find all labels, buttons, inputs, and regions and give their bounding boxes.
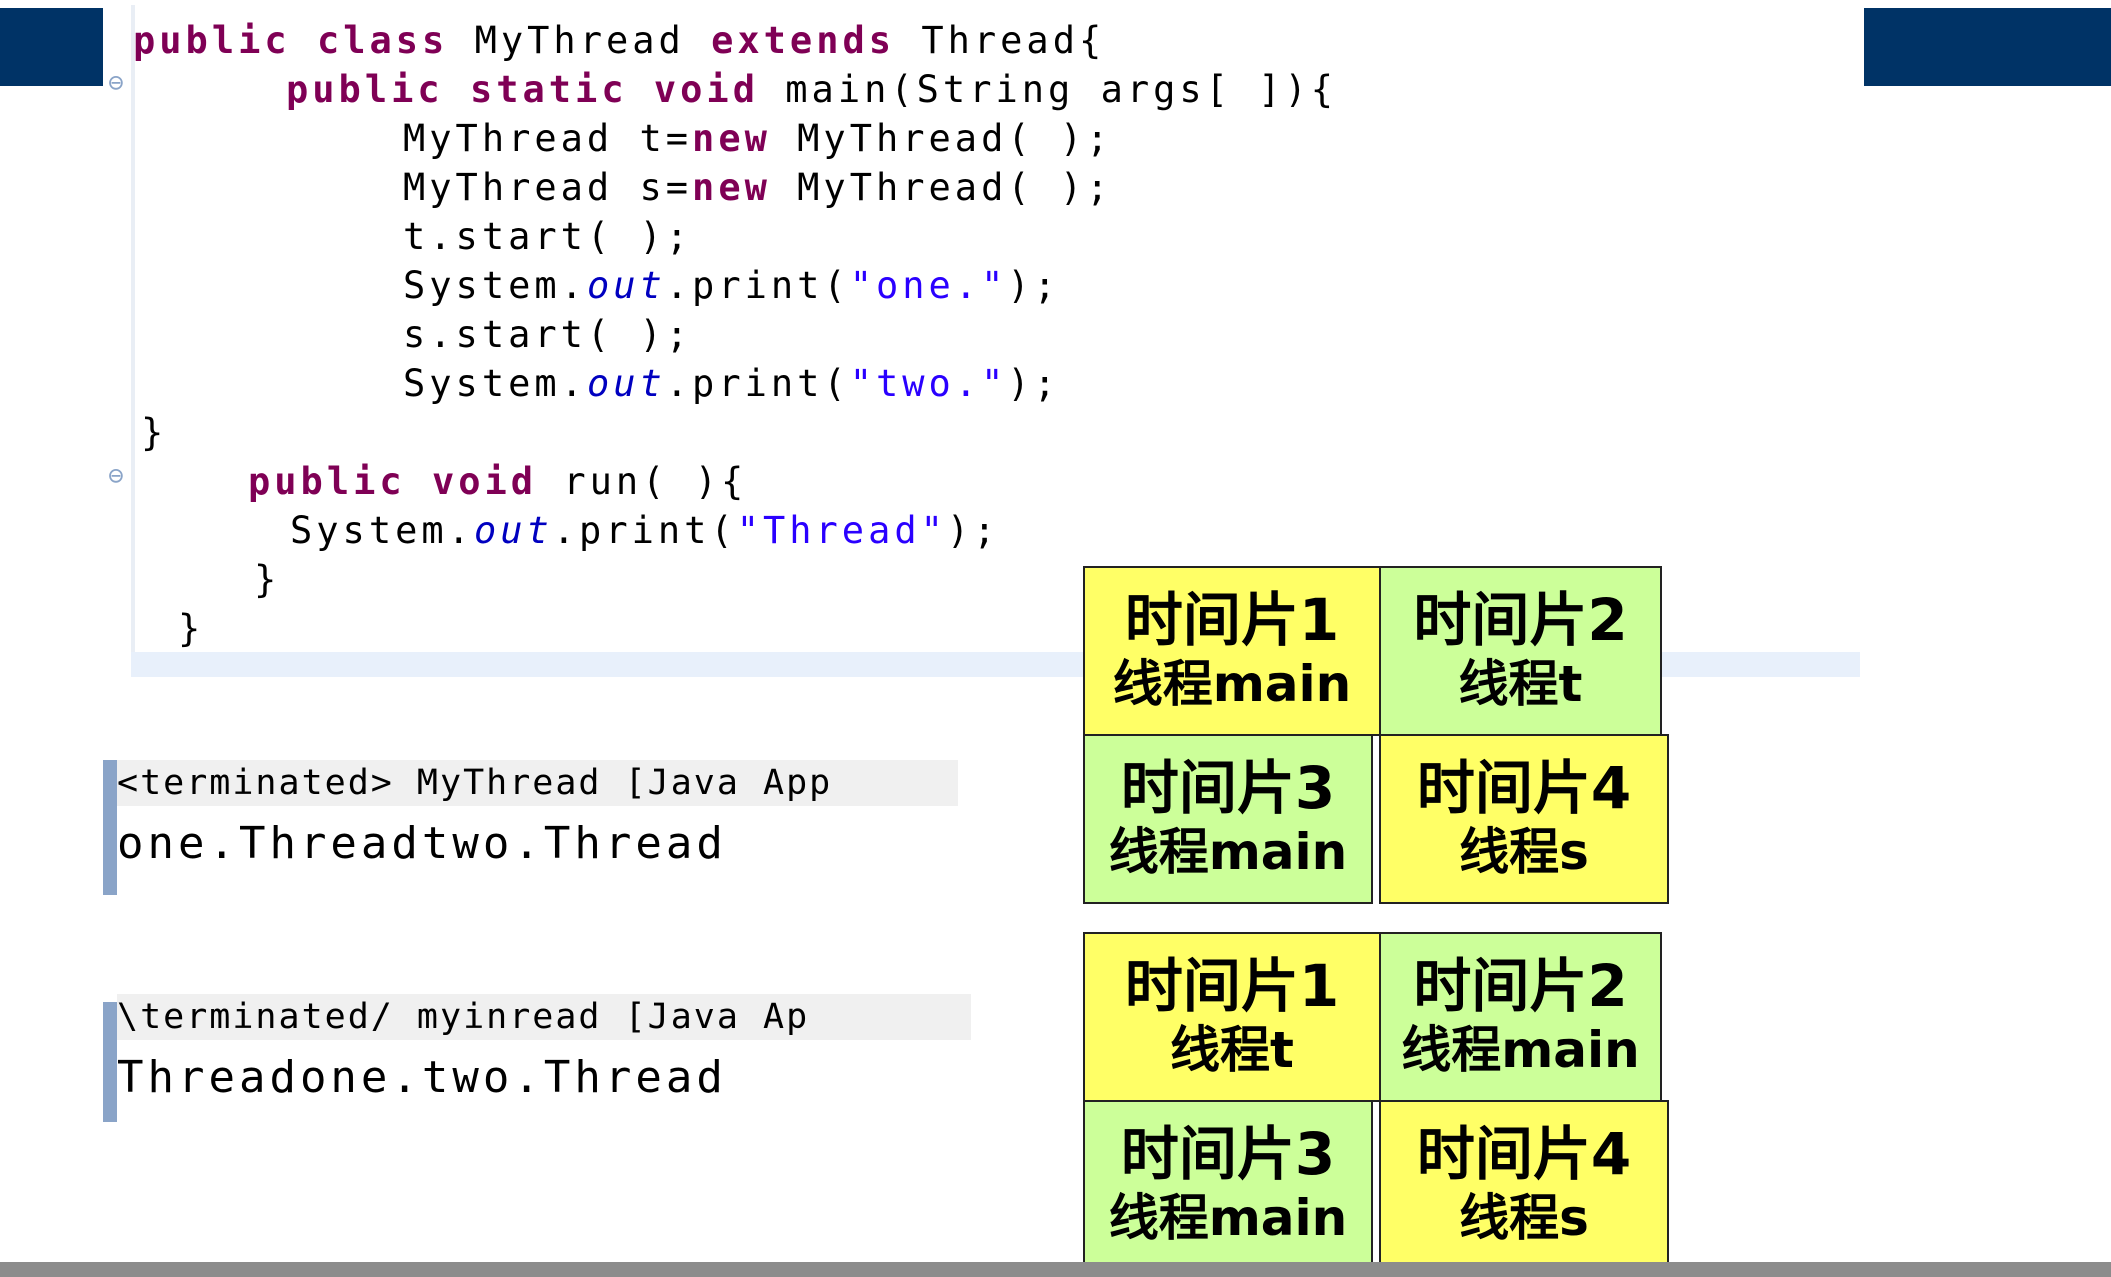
thread-label: 线程main (1401, 1021, 1640, 1079)
code-text: System. (403, 362, 587, 405)
field-out: out (473, 509, 553, 552)
code-line-class-decl: public class MyThread extends Thread{ (133, 17, 1105, 65)
code-text: System. (403, 264, 587, 307)
console-header: \terminated/ myinread [Java Ap (117, 994, 971, 1040)
keyword: public (248, 460, 406, 503)
code-text: .print( (552, 509, 737, 552)
code-line-s-start: s.start( ); (403, 313, 693, 356)
field-out: out (586, 362, 666, 405)
code-line-print-thread: System.out.print("Thread"); (290, 507, 999, 555)
thread-label: 线程s (1459, 823, 1589, 881)
fold-marker-icon[interactable]: ⊖ (103, 463, 129, 489)
code-line-print-two: System.out.print("two."); (403, 360, 1060, 408)
timeslice-cell: 时间片1 线程main (1083, 566, 1381, 736)
code-line-t-start: t.start( ); (403, 215, 693, 258)
code-text: ); (1007, 264, 1060, 307)
console-view-2[interactable]: \terminated/ myinread [Java Ap Threadone… (103, 994, 971, 1122)
timeslice-cell: 时间片4 线程s (1379, 734, 1669, 904)
string-literal: "Thread" (736, 509, 947, 552)
keyword: public (133, 19, 291, 62)
string-literal: "one." (849, 264, 1008, 307)
code-text: .print( (665, 264, 850, 307)
console-header: <terminated> MyThread [Java App (117, 760, 958, 806)
thread-label: 线程main (1108, 1189, 1348, 1247)
fold-marker-icon[interactable]: ⊖ (103, 70, 129, 96)
keyword: public (286, 68, 444, 111)
thread-label: 线程t (1170, 1021, 1294, 1079)
code-line-main-decl: public static void main(String args[ ]){ (286, 66, 1337, 114)
code-line-brace: } (178, 607, 205, 650)
keyword: static (469, 68, 628, 111)
thread-label: 线程t (1458, 655, 1583, 713)
keyword: extends (711, 19, 896, 62)
timeslice-label: 时间片2 (1413, 952, 1628, 1020)
code-text: ); (946, 509, 1000, 552)
keyword: new (692, 166, 771, 209)
code-text: MyThread s= (403, 166, 693, 209)
console-view-1[interactable]: <terminated> MyThread [Java App one.Thre… (103, 760, 958, 895)
code-line-brace: } (141, 411, 168, 454)
timeslice-cell: 时间片3 线程main (1083, 734, 1373, 904)
code-line-brace: } (254, 558, 281, 601)
code-text: MyThread( ); (770, 166, 1113, 209)
keyword: class (316, 19, 449, 62)
field-out: out (586, 264, 666, 307)
timeslice-label: 时间片2 (1413, 586, 1628, 654)
keyword: void (653, 68, 759, 111)
code-text: Thread{ (921, 19, 1106, 62)
code-line-print-one: System.out.print("one."); (403, 262, 1060, 310)
thread-label: 线程s (1459, 1189, 1589, 1247)
code-line-new-s: MyThread s=new MyThread( ); (403, 164, 1112, 212)
code-line-new-t: MyThread t=new MyThread( ); (403, 115, 1112, 163)
console-accent (103, 760, 117, 895)
code-text: MyThread( ); (770, 117, 1113, 160)
thread-label: 线程main (1108, 823, 1348, 881)
code-text: MyThread t= (403, 117, 693, 160)
code-text: .print( (665, 362, 850, 405)
code-text: main(String args[ ]){ (785, 68, 1338, 111)
header-bar-right (1860, 8, 2111, 86)
string-literal: "two." (849, 362, 1008, 405)
timeslice-label: 时间片3 (1120, 754, 1336, 822)
console-output: Threadone.two.Thread (117, 1052, 727, 1103)
timeslice-label: 时间片4 (1416, 1120, 1632, 1188)
timeslice-label: 时间片1 (1124, 952, 1340, 1020)
class-name: MyThread (474, 19, 685, 62)
timeslice-cell: 时间片2 线程main (1379, 932, 1662, 1102)
thread-label: 线程main (1112, 655, 1352, 713)
console-output: one.Threadtwo.Thread (117, 818, 727, 869)
timeslice-cell: 时间片2 线程t (1379, 566, 1662, 736)
timeslice-cell: 时间片3 线程main (1083, 1100, 1373, 1270)
code-line-run-decl: public void run( ){ (248, 458, 747, 506)
timeslice-label: 时间片4 (1416, 754, 1632, 822)
header-bar-left (0, 8, 103, 86)
code-text: ); (1007, 362, 1060, 405)
code-text: System. (290, 509, 474, 552)
timeslice-label: 时间片3 (1120, 1120, 1336, 1188)
code-text: run( ){ (563, 460, 748, 503)
timeslice-cell: 时间片1 线程t (1083, 932, 1381, 1102)
timeslice-cell: 时间片4 线程s (1379, 1100, 1669, 1270)
console-accent (103, 1002, 117, 1122)
bottom-strip (0, 1262, 2111, 1277)
keyword: new (692, 117, 771, 160)
keyword: void (431, 460, 538, 503)
timeslice-label: 时间片1 (1124, 586, 1340, 654)
